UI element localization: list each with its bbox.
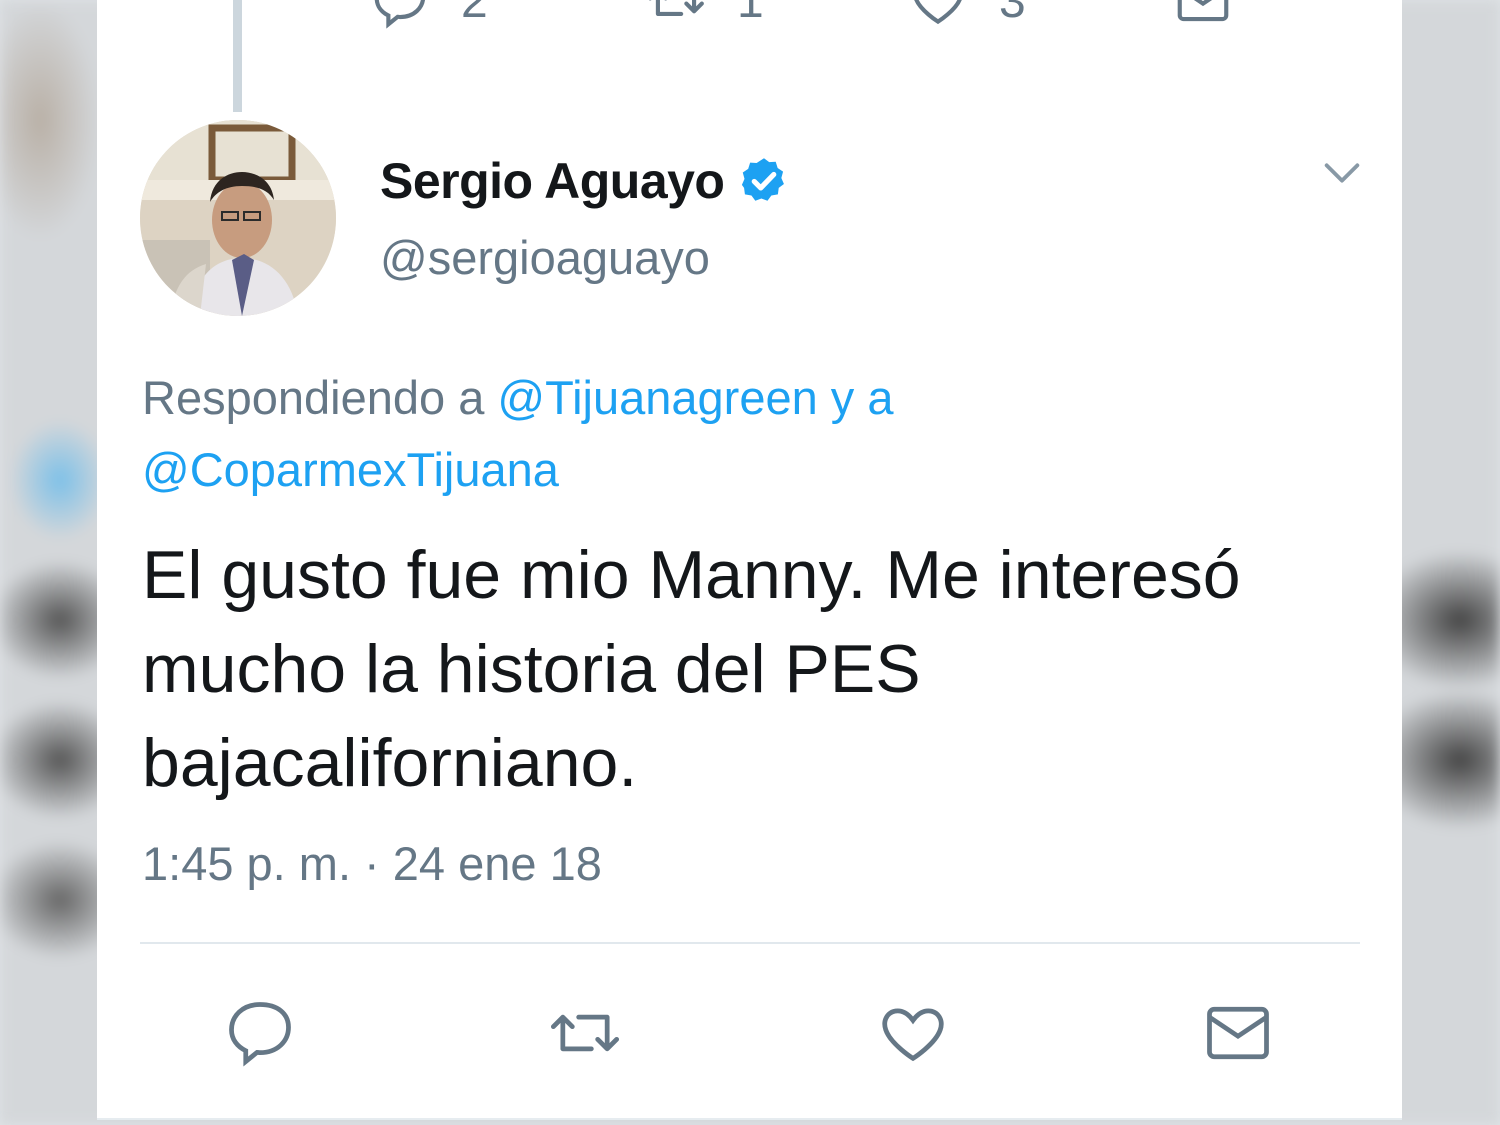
verified-badge (738, 155, 790, 207)
previous-retweet-button[interactable]: 1 (645, 0, 764, 32)
divider (140, 942, 1360, 944)
share-button[interactable] (1200, 995, 1276, 1071)
avatar[interactable] (140, 120, 336, 316)
envelope-icon (1207, 1006, 1269, 1060)
author-handle[interactable]: @sergioaguayo (380, 230, 710, 285)
envelope-icon (1177, 0, 1229, 22)
previous-reply-count: 2 (461, 0, 488, 28)
tweet-card: 2 1 3 Sergio Aguayo @sergioaguayo Respon… (97, 0, 1402, 1120)
retweet-button[interactable] (547, 995, 623, 1071)
like-button[interactable] (875, 995, 951, 1071)
tweet-timestamp[interactable]: 1:45 p. m. · 24 ene 18 (142, 836, 602, 891)
heart-icon (914, 0, 962, 25)
retweet-icon (550, 1014, 620, 1052)
thread-connector-line (233, 0, 242, 112)
replying-to-connector: y a (830, 371, 894, 424)
previous-retweet-count: 1 (737, 0, 764, 28)
previous-reply-button[interactable]: 2 (369, 0, 488, 32)
heart-icon (882, 1008, 944, 1062)
tweet-actions (97, 995, 1402, 1075)
replying-to-line: Respondiendo a @Tijuanagreen y a @Coparm… (142, 362, 1342, 506)
author-name[interactable]: Sergio Aguayo (380, 152, 725, 210)
replying-to-prefix: Respondiendo a (142, 371, 485, 424)
reply-button[interactable] (222, 995, 298, 1071)
tweet-text: El gusto fue mio Manny. Me interesó much… (142, 537, 1241, 801)
reply-icon (374, 0, 425, 29)
previous-tweet-actions: 2 1 3 (97, 0, 1402, 30)
previous-share-button[interactable] (1172, 0, 1234, 32)
profile-photo (140, 120, 336, 316)
previous-like-count: 3 (999, 0, 1026, 28)
more-options-button[interactable] (1319, 150, 1365, 196)
verified-icon (742, 158, 785, 201)
retweet-icon (648, 0, 704, 16)
reply-icon (229, 1002, 291, 1067)
author-row[interactable]: Sergio Aguayo (380, 152, 790, 210)
chevron-down-icon (1324, 163, 1360, 183)
previous-like-button[interactable]: 3 (907, 0, 1026, 32)
mention-tijuanagreen[interactable]: @Tijuanagreen (497, 371, 817, 424)
mention-coparmextijuana[interactable]: @CoparmexTijuana (142, 443, 559, 496)
